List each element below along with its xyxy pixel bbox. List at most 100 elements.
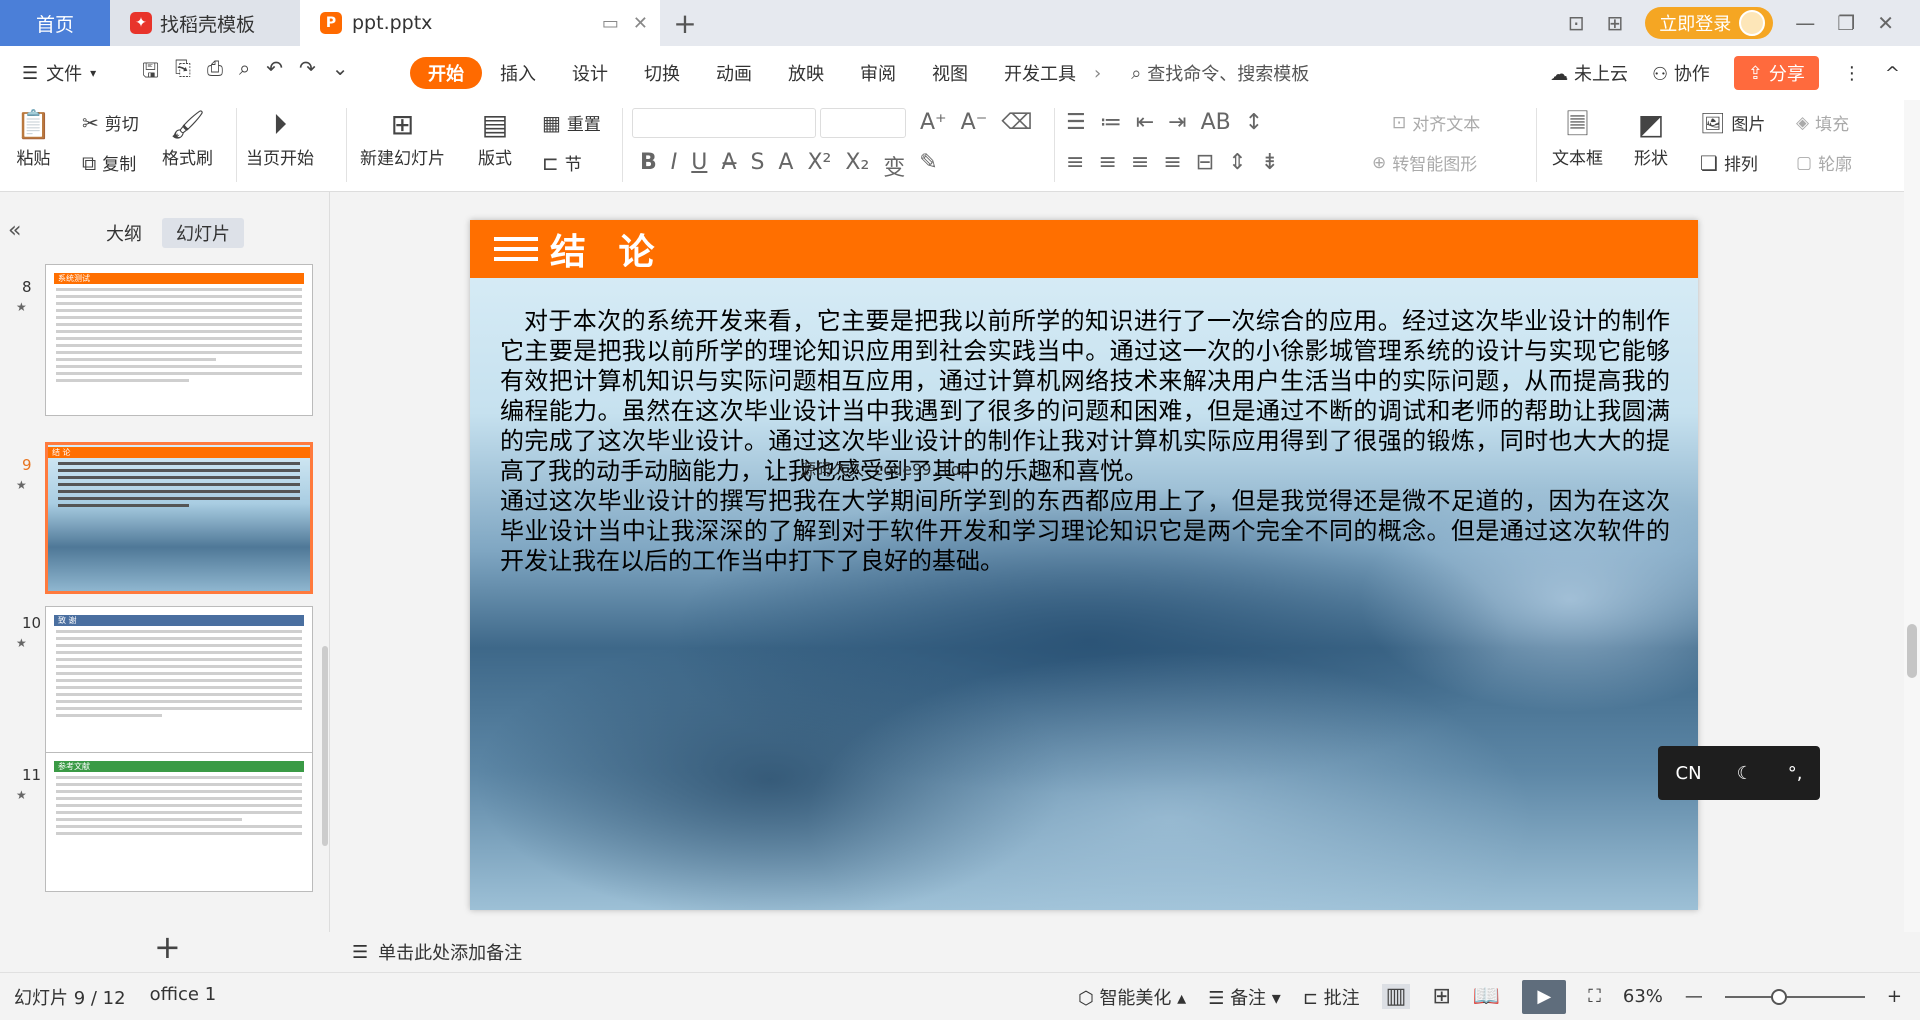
superscript-icon[interactable]: X²	[807, 150, 831, 182]
ime-indicator[interactable]: CN ☾ °,	[1658, 746, 1820, 800]
increase-font-icon[interactable]: A⁺	[920, 110, 947, 135]
zoom-in-icon[interactable]: +	[1887, 986, 1902, 1007]
slide-textbox[interactable]: 对于本次的系统开发来看，它主要是把我以前所学的知识进行了一次综合的应用。经过这次…	[500, 306, 1670, 576]
col-spacing-icon[interactable]: ⇟	[1261, 150, 1279, 175]
tab-developer[interactable]: 开发工具	[986, 57, 1094, 89]
export-pdf-icon[interactable]: ⎘	[175, 56, 191, 90]
distribute-icon[interactable]: ⊟	[1196, 150, 1214, 175]
notes-bar[interactable]: ☰ 单击此处添加备注	[330, 932, 1904, 972]
layout-button[interactable]: ▤ 版式	[478, 106, 512, 169]
theme-name[interactable]: office 1	[150, 984, 217, 1010]
font-family-select[interactable]	[632, 108, 816, 138]
notes-toggle[interactable]: ☰ 备注 ▾	[1208, 984, 1281, 1010]
close-window-icon[interactable]: ✕	[1877, 11, 1894, 35]
panel-scrollbar[interactable]	[322, 646, 328, 846]
monitor-icon[interactable]: ▭	[602, 13, 619, 34]
slide-thumbnail-8[interactable]: 系统测试	[45, 264, 313, 416]
font-color-icon[interactable]: A	[778, 150, 793, 182]
zoom-level[interactable]: 63%	[1623, 986, 1663, 1007]
picture-button[interactable]: 🖼 图片	[1700, 110, 1765, 136]
align-text-button[interactable]: ⊡ 对齐文本	[1392, 110, 1480, 136]
fit-window-icon[interactable]: ⛶	[1588, 986, 1601, 1007]
paste-button[interactable]: 📋 粘贴	[16, 106, 51, 169]
arrange-button[interactable]: ❏ 排列	[1700, 150, 1758, 176]
tab-transition[interactable]: 切换	[626, 57, 698, 89]
subscript-icon[interactable]: X₂	[845, 150, 869, 182]
tab-view[interactable]: 视图	[914, 57, 986, 89]
copy-button[interactable]: ⧉ 复制	[82, 150, 136, 176]
more-tabs-icon[interactable]: ›	[1094, 63, 1101, 84]
highlight-icon[interactable]: ✎	[919, 150, 937, 182]
slide-title[interactable]: 结 论	[550, 223, 665, 275]
align-left-icon[interactable]: ≡	[1066, 150, 1084, 175]
share-button[interactable]: ⇪ 分享	[1733, 56, 1819, 90]
zoom-slider[interactable]	[1724, 988, 1865, 1005]
section-button[interactable]: ⊏ 节	[542, 150, 582, 176]
tab-insert[interactable]: 插入	[482, 57, 554, 89]
slide-thumbnail-11[interactable]: 参考文献	[45, 752, 313, 892]
tab-file[interactable]: P ppt.pptx ▭ ✕	[300, 0, 660, 46]
more-options-icon[interactable]: ⋮	[1843, 63, 1861, 84]
phonetic-icon[interactable]: 变	[883, 150, 905, 182]
comments-toggle[interactable]: ⊏ 批注	[1303, 984, 1360, 1010]
zoom-knob[interactable]	[1770, 988, 1787, 1005]
print-icon[interactable]: ⎙	[207, 56, 223, 90]
print-preview-icon[interactable]: ⌕	[239, 56, 250, 90]
read-mode-icon[interactable]: ⊡	[1568, 11, 1585, 35]
play-current-button[interactable]: ⏵ 当页开始	[246, 106, 314, 169]
font-size-select[interactable]	[820, 108, 906, 138]
cloud-status[interactable]: ☁ 未上云	[1550, 60, 1628, 86]
tab-design[interactable]: 设计	[554, 57, 626, 89]
decrease-font-icon[interactable]: A⁻	[961, 110, 988, 135]
collapse-panel-icon[interactable]: «	[8, 218, 21, 243]
new-slide-button[interactable]: ⊞ 新建幻灯片	[360, 106, 445, 169]
new-tab-button[interactable]: +	[660, 0, 710, 46]
collapse-ribbon-icon[interactable]: ^	[1885, 63, 1900, 84]
bullet-list-icon[interactable]: ☰	[1066, 110, 1086, 135]
add-slide-icon[interactable]: +	[154, 928, 181, 966]
beautify-button[interactable]: ⬡ 智能美化 ▴	[1078, 984, 1186, 1010]
tab-start[interactable]: 开始	[410, 57, 482, 89]
close-tab-icon[interactable]: ✕	[633, 13, 648, 34]
reading-view-icon[interactable]: 📖	[1473, 984, 1500, 1009]
outdent-icon[interactable]: ⇤	[1136, 110, 1154, 135]
underline-icon[interactable]: U	[691, 150, 707, 182]
vertical-scrollbar[interactable]	[1904, 100, 1920, 932]
minimize-icon[interactable]: —	[1795, 11, 1815, 35]
save-icon[interactable]: 🖫	[142, 56, 159, 90]
shape-button[interactable]: ◩ 形状	[1634, 106, 1668, 169]
restore-icon[interactable]: ❐	[1837, 11, 1855, 35]
format-painter-button[interactable]: 🖌 格式刷	[162, 106, 213, 169]
slide-thumbnail-9[interactable]: 结 论	[45, 442, 313, 594]
command-search[interactable]: ⌕ 查找命令、搜索模板	[1131, 60, 1309, 86]
redo-icon[interactable]: ↷	[299, 56, 316, 90]
textbox-button[interactable]: 🗏 文本框	[1552, 106, 1603, 169]
zoom-out-icon[interactable]: —	[1685, 986, 1703, 1007]
shadow-icon[interactable]: S	[750, 150, 764, 182]
numbered-list-icon[interactable]: ≔	[1100, 110, 1122, 135]
justify-icon[interactable]: ≡	[1163, 150, 1181, 175]
current-slide[interactable]: 结 论 对于本次的系统开发来看，它主要是把我以前所学的知识进行了一次综合的应用。…	[470, 220, 1698, 910]
slideshow-button[interactable]: ▶	[1522, 979, 1567, 1014]
undo-icon[interactable]: ↶	[266, 56, 283, 90]
tab-home[interactable]: 首页	[0, 0, 110, 46]
collab-button[interactable]: ⚇ 协作	[1652, 60, 1710, 86]
scroll-thumb[interactable]	[1907, 624, 1917, 678]
reset-button[interactable]: ▦ 重置	[542, 110, 601, 136]
sorter-view-icon[interactable]: ⊞	[1432, 984, 1450, 1009]
clear-format-icon[interactable]: ⌫	[1001, 110, 1032, 135]
customize-chevron-icon[interactable]: ⌄	[332, 56, 349, 90]
tab-review[interactable]: 审阅	[842, 57, 914, 89]
slide-thumbnail-10[interactable]: 致 谢	[45, 606, 313, 758]
strike-icon[interactable]: A̶	[721, 150, 736, 182]
smart-shape-button[interactable]: ⊕ 转智能图形	[1372, 150, 1477, 176]
text-direction-icon[interactable]: AB	[1201, 110, 1231, 135]
para-spacing-icon[interactable]: ⇕	[1228, 150, 1246, 175]
tab-template[interactable]: ✦ 找稻壳模板	[110, 0, 300, 46]
tab-animation[interactable]: 动画	[698, 57, 770, 89]
normal-view-icon[interactable]: ▥	[1381, 984, 1411, 1009]
tab-slides[interactable]: 幻灯片	[162, 218, 244, 248]
grid-apps-icon[interactable]: ⊞	[1607, 11, 1624, 35]
align-center-icon[interactable]: ≡	[1098, 150, 1116, 175]
cut-button[interactable]: ✂ 剪切	[82, 110, 139, 136]
